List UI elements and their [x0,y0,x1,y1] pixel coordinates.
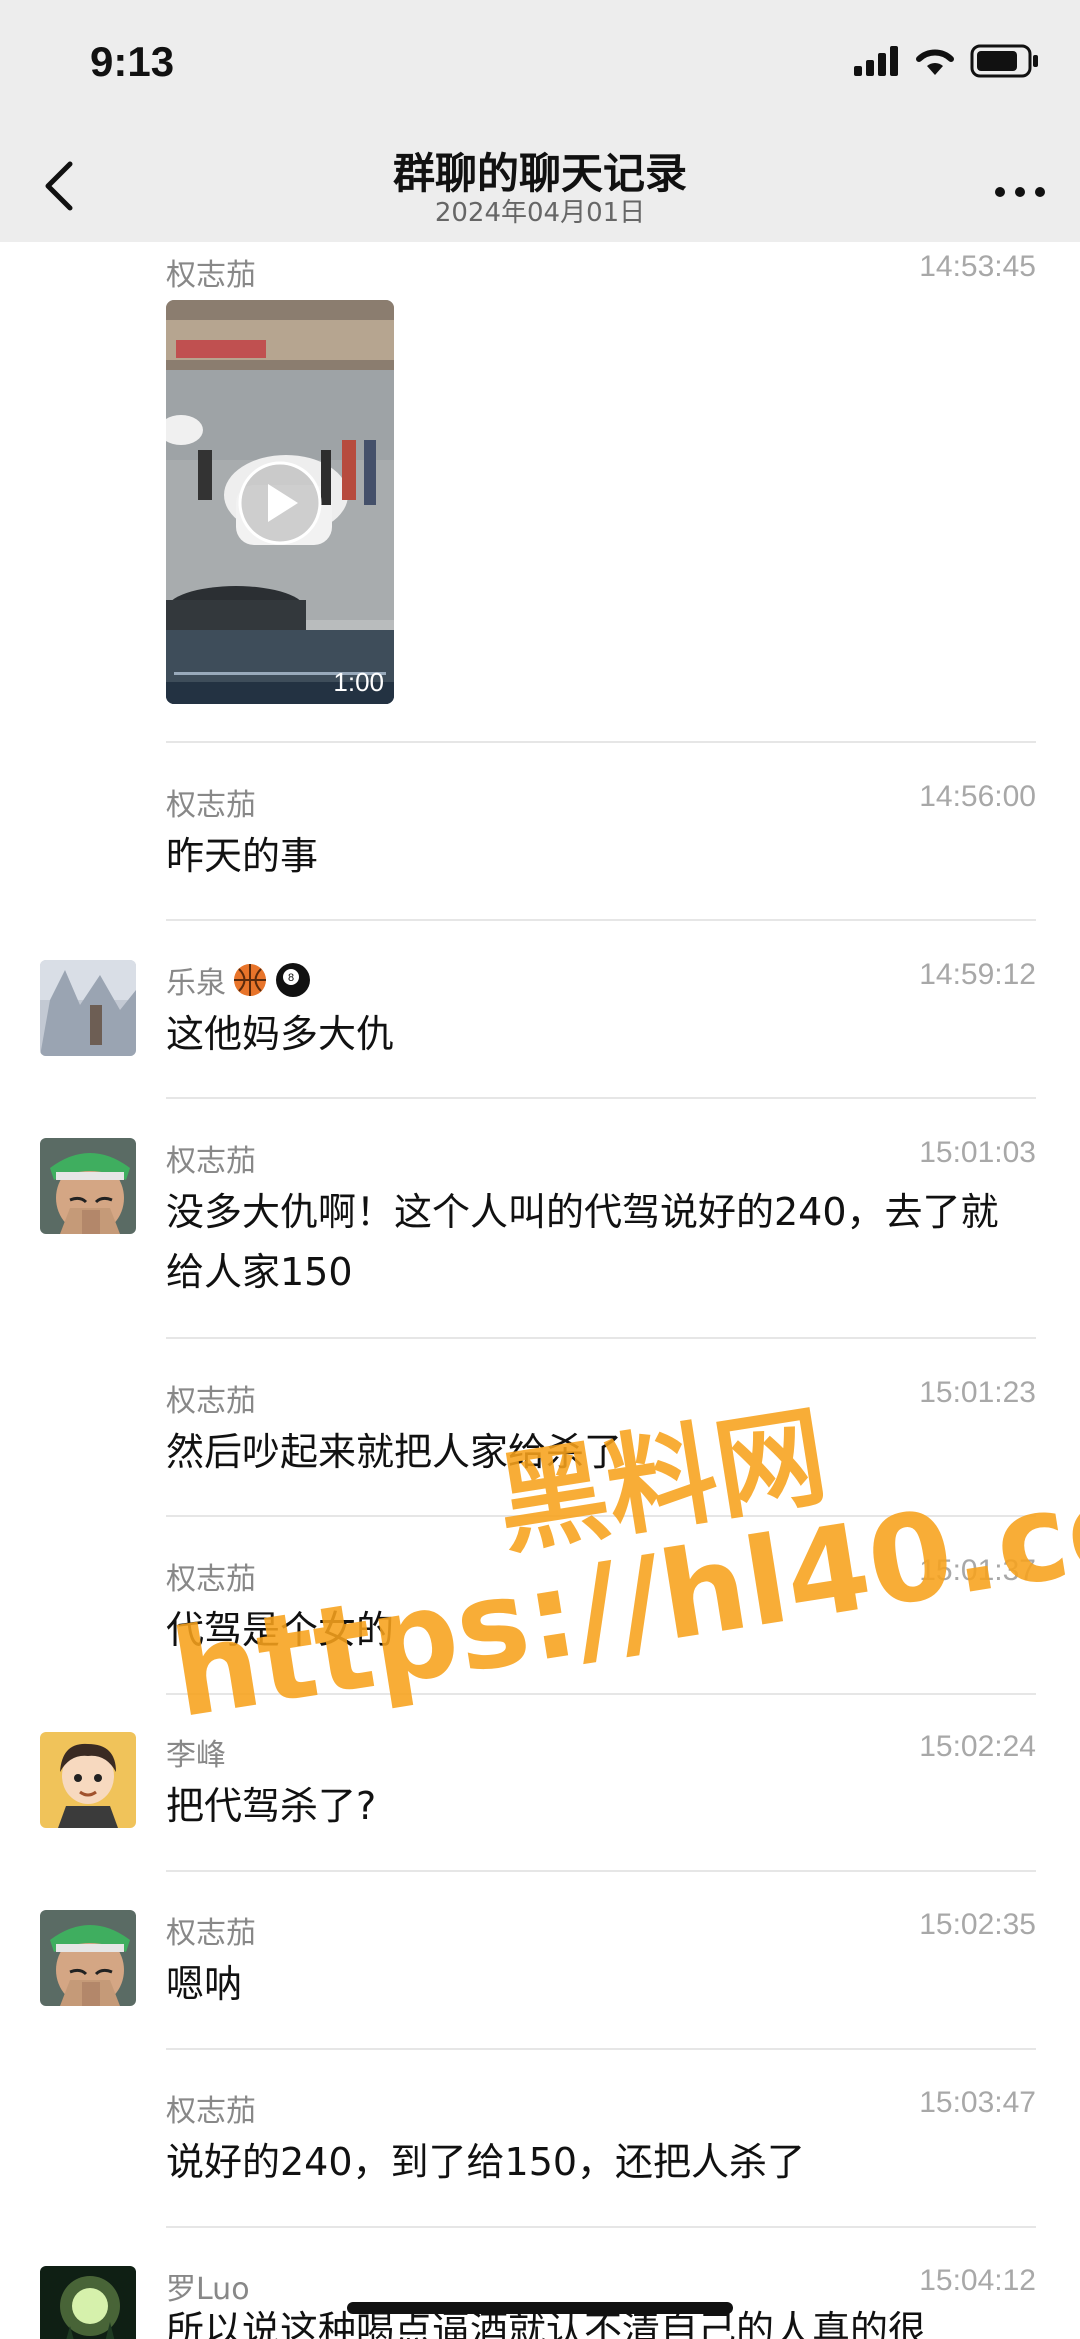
message-text: 说好的240，到了给150，还把人杀了 [166,2140,806,2184]
message-text: 没多大仇啊！这个人叫的代驾说好的240，去了就给人家150 [166,1190,999,1294]
message-time: 15:04:12 [919,2264,1036,2297]
video-thumbnail[interactable]: 1:00 [166,300,394,704]
divider [166,919,1036,921]
message-text: 然后吵起来就把人家给杀了 [166,1430,623,1474]
message-time: 15:03:47 [919,2086,1036,2119]
divider [166,2226,1036,2228]
battery-icon [970,44,1038,78]
message-time: 15:02:35 [919,1908,1036,1941]
sender-name: 乐泉 8 [166,958,312,1002]
status-icons [854,44,1040,78]
divider [166,741,1036,743]
more-dots-icon[interactable] [990,160,1050,210]
divider [166,1515,1036,1517]
message-text: 这他妈多大仇 [166,1012,395,1056]
page-date: 2024年04月01日 [434,198,646,228]
video-duration: 1:00 [333,667,384,697]
sender-name: 权志茄 [166,258,256,293]
message-time: 15:01:23 [919,1376,1036,1409]
avatar[interactable] [40,1138,136,1234]
message-text: 昨天的事 [166,834,319,878]
sender-name-text: 乐泉 [166,966,226,1001]
home-indicator[interactable] [347,2302,733,2314]
divider [166,1870,1036,1872]
eightball-emoji-icon: 8 [276,963,310,997]
basketball-emoji-icon [234,964,266,996]
divider [166,1097,1036,1099]
message-time: 15:01:37 [919,1554,1036,1587]
divider [166,1693,1036,1695]
message-time: 14:53:45 [919,250,1036,283]
svg-text:8: 8 [288,972,294,984]
avatar[interactable] [40,2266,136,2339]
avatar[interactable] [40,1910,136,2006]
message-text: 嗯呐 [166,1962,243,2006]
wifi-icon [916,49,954,75]
message-time: 14:59:12 [919,958,1036,991]
message-text: 把代驾杀了? [166,1784,377,1828]
message-time: 15:01:03 [919,1136,1036,1169]
divider [166,1337,1036,1339]
status-time: 9:13 [90,38,175,85]
sender-name: 权志茄 [166,2094,256,2129]
signal-icon [854,46,898,76]
message-time: 15:02:24 [919,1730,1036,1763]
message-text: 代驾是个女的 [166,1608,395,1652]
status-bar: 9:13 [0,0,1080,130]
sender-name: 权志茄 [166,1562,256,1597]
divider [166,2048,1036,2050]
sender-name: 权志茄 [166,1144,256,1179]
message-time: 14:56:00 [919,780,1036,813]
avatar[interactable] [40,1732,136,1828]
sender-name: 李峰 [166,1738,226,1773]
sender-name: 权志茄 [166,788,256,823]
avatar[interactable] [40,960,136,1056]
sender-name: 权志茄 [166,1916,256,1951]
nav-bar: 群聊的聊天记录 2024年04月01日 [0,130,1080,242]
sender-name: 权志茄 [166,1384,256,1419]
